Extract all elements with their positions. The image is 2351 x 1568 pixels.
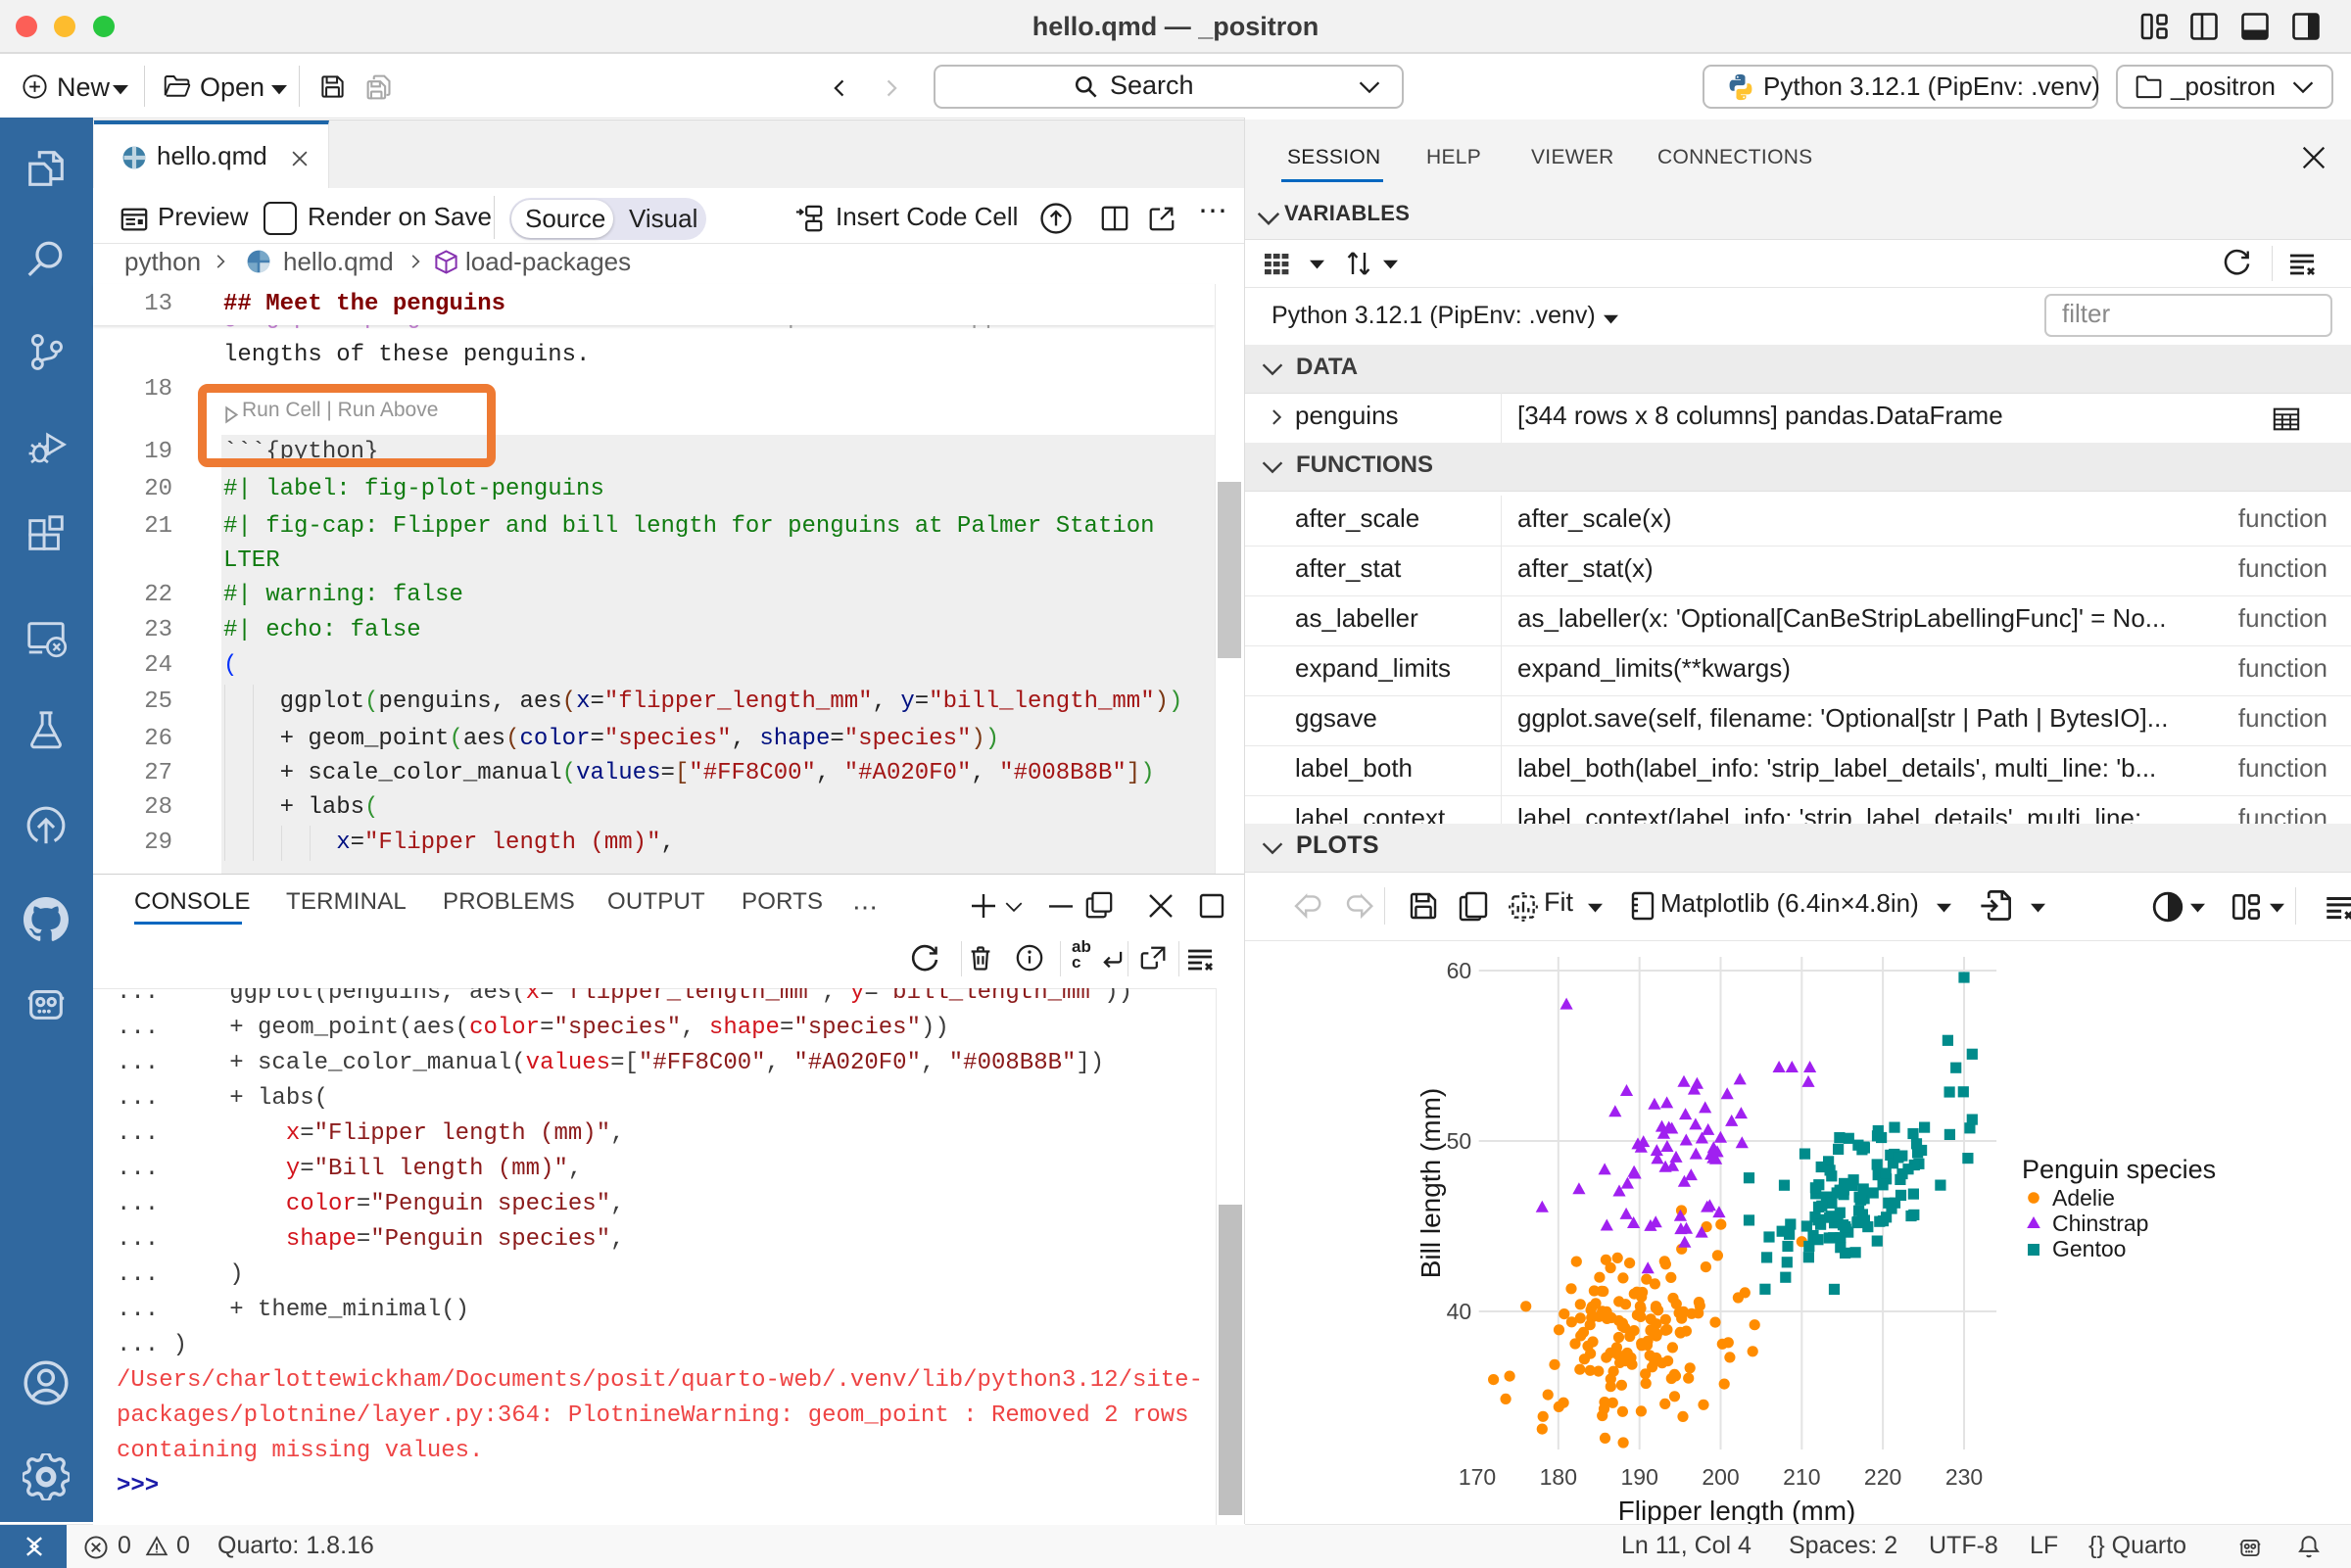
svg-text:Flipper length (mm): Flipper length (mm) [1618,1496,1856,1524]
svg-text:220: 220 [1864,1464,1901,1490]
svg-text:190: 190 [1621,1464,1658,1490]
svg-text:Chinstrap: Chinstrap [2052,1211,2148,1236]
svg-text:180: 180 [1540,1464,1577,1490]
svg-text:60: 60 [1447,958,1472,983]
svg-text:Adelie: Adelie [2052,1185,2115,1211]
svg-text:Bill length (mm): Bill length (mm) [1415,1088,1446,1278]
svg-text:210: 210 [1783,1464,1820,1490]
svg-text:200: 200 [1702,1464,1739,1490]
svg-text:170: 170 [1459,1464,1496,1490]
svg-text:230: 230 [1945,1464,1983,1490]
svg-text:50: 50 [1447,1128,1472,1154]
svg-text:40: 40 [1447,1299,1472,1324]
svg-text:Penguin species: Penguin species [2022,1155,2216,1184]
svg-text:Gentoo: Gentoo [2052,1236,2126,1261]
